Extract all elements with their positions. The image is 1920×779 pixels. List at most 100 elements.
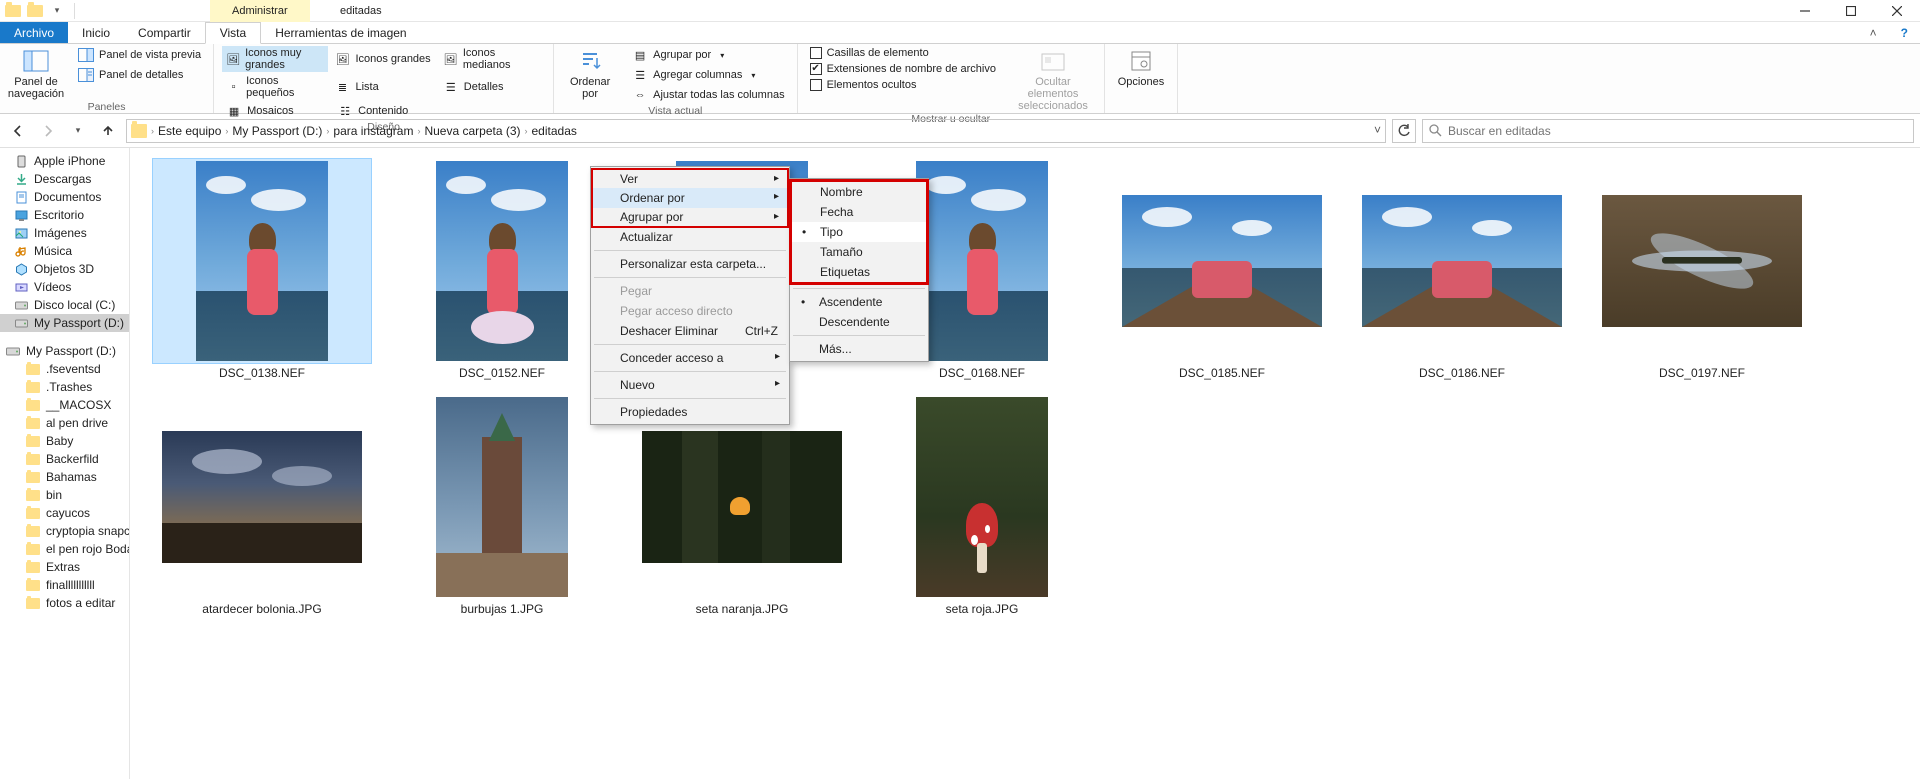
chevron-right-icon[interactable]: ›	[417, 126, 420, 136]
navigation-pane[interactable]: Apple iPhoneDescargasDocumentosEscritori…	[0, 148, 130, 779]
layout-iconos-medianos[interactable]: 🖼Iconos medianos	[439, 46, 545, 72]
chevron-right-icon[interactable]: ›	[151, 126, 154, 136]
chevron-right-icon[interactable]: ›	[225, 126, 228, 136]
menu-item-propiedades[interactable]: Propiedades	[592, 402, 788, 422]
chevron-right-icon[interactable]: ›	[525, 126, 528, 136]
sort-dir-ascendente[interactable]: Ascendente	[791, 292, 927, 312]
help-button[interactable]: ?	[1889, 22, 1920, 43]
sidebar-folder-cayucos[interactable]: cayucos	[0, 504, 129, 522]
file-item[interactable]: DSC_0152.NEF	[384, 158, 620, 380]
sort-option-nombre[interactable]: Nombre	[792, 182, 926, 202]
up-button[interactable]	[96, 119, 120, 143]
file-item[interactable]: seta roja.JPG	[864, 394, 1100, 616]
menu-item-ordenar-por[interactable]: Ordenar por	[591, 188, 789, 208]
layout-iconos-muy-grandes[interactable]: 🖼Iconos muy grandes	[222, 46, 328, 72]
file-item[interactable]: DSC_0186.NEF	[1344, 158, 1580, 380]
tab-vista[interactable]: Vista	[205, 22, 261, 44]
sidebar-folder-extras[interactable]: Extras	[0, 558, 129, 576]
menu-item-actualizar[interactable]: Actualizar	[592, 227, 788, 247]
sidebar-drive-header[interactable]: My Passport (D:)	[0, 342, 129, 360]
casillas-elemento-checkbox[interactable]: Casillas de elemento	[806, 46, 1000, 60]
breadcrumb-item[interactable]: Nueva carpeta (3)	[424, 124, 520, 138]
layout-iconos-pequenos[interactable]: ▫Iconos pequeños	[222, 74, 328, 100]
sidebar-folder-bahamas[interactable]: Bahamas	[0, 468, 129, 486]
menu-item-deshacer[interactable]: Deshacer EliminarCtrl+Z	[592, 321, 788, 341]
panel-navegacion-button[interactable]: Panel de navegación	[8, 46, 64, 100]
breadcrumb-item[interactable]: editadas	[532, 124, 577, 138]
file-list-area[interactable]: Ver Ordenar por Agrupar por Actualizar P…	[130, 148, 1920, 779]
agregar-columnas-button[interactable]: ☰Agregar columnas▾	[628, 66, 788, 84]
elementos-ocultos-checkbox[interactable]: Elementos ocultos	[806, 78, 1000, 92]
sort-option-etiquetas[interactable]: Etiquetas	[792, 262, 926, 282]
sidebar-folder-al-pen-drive[interactable]: al pen drive	[0, 414, 129, 432]
menu-item-nuevo[interactable]: Nuevo	[592, 375, 788, 395]
layout-lista[interactable]: ≣Lista	[330, 74, 436, 100]
context-tab-manage[interactable]: Administrar	[210, 0, 310, 22]
sidebar-folder-cryptopia-snapchat[interactable]: cryptopia snapchat	[0, 522, 129, 540]
breadcrumb-bar[interactable]: › Este equipo › My Passport (D:) › para in…	[126, 119, 1386, 143]
sidebar-item-apple-iphone[interactable]: Apple iPhone	[0, 152, 129, 170]
ribbon-collapse-button[interactable]: ˄	[1858, 22, 1889, 43]
breadcrumb-item[interactable]: My Passport (D:)	[232, 124, 322, 138]
layout-mosaicos[interactable]: ▦Mosaicos	[222, 102, 331, 120]
sidebar-item-disco-local-c-[interactable]: Disco local (C:)	[0, 296, 129, 314]
sidebar-item-documentos[interactable]: Documentos	[0, 188, 129, 206]
sidebar-item-my-passport-d-[interactable]: My Passport (D:)	[0, 314, 129, 332]
tab-inicio[interactable]: Inicio	[68, 22, 124, 43]
layout-contenido[interactable]: ☷Contenido	[333, 102, 442, 120]
sidebar-folder-baby[interactable]: Baby	[0, 432, 129, 450]
file-item[interactable]: DSC_0138.NEF	[144, 158, 380, 380]
search-box[interactable]	[1422, 119, 1914, 143]
forward-button[interactable]	[36, 119, 60, 143]
ordenar-por-button[interactable]: Ordenar por	[562, 46, 618, 100]
breadcrumb-dropdown-button[interactable]: ˅	[1374, 123, 1381, 137]
sidebar-folder-backerfild[interactable]: Backerfild	[0, 450, 129, 468]
recent-locations-button[interactable]: ▾	[66, 119, 90, 143]
sort-option-tamano[interactable]: Tamaño	[792, 242, 926, 262]
qat-folder-icon[interactable]	[26, 2, 44, 20]
search-input[interactable]	[1448, 124, 1907, 138]
close-button[interactable]	[1874, 0, 1920, 22]
sidebar-item-descargas[interactable]: Descargas	[0, 170, 129, 188]
sidebar-folder--trashes[interactable]: .Trashes	[0, 378, 129, 396]
tab-herramientas-imagen[interactable]: Herramientas de imagen	[261, 22, 420, 43]
file-item[interactable]: burbujas 1.JPG	[384, 394, 620, 616]
menu-item-ver[interactable]: Ver	[591, 168, 789, 188]
sort-option-tipo[interactable]: Tipo	[792, 222, 926, 242]
menu-item-agrupar-por[interactable]: Agrupar por	[591, 208, 789, 228]
sidebar-item-v-deos[interactable]: Vídeos	[0, 278, 129, 296]
sidebar-item-escritorio[interactable]: Escritorio	[0, 206, 129, 224]
tab-archivo[interactable]: Archivo	[0, 22, 68, 43]
tab-compartir[interactable]: Compartir	[124, 22, 205, 43]
refresh-button[interactable]	[1392, 119, 1416, 143]
sidebar-folder-fotos-a-editar[interactable]: fotos a editar	[0, 594, 129, 612]
qat-dropdown-icon[interactable]: ▾	[48, 2, 66, 20]
ajustar-columnas-button[interactable]: ⇔Ajustar todas las columnas	[628, 86, 788, 104]
opciones-button[interactable]: Opciones	[1113, 46, 1169, 88]
sidebar-folder-finalllllllllll[interactable]: finalllllllllll	[0, 576, 129, 594]
panel-vista-previa-button[interactable]: Panel de vista previa	[74, 46, 205, 64]
sidebar-item-im-genes[interactable]: Imágenes	[0, 224, 129, 242]
sidebar-item-m-sica[interactable]: Música	[0, 242, 129, 260]
extensiones-nombre-checkbox[interactable]: Extensiones de nombre de archivo	[806, 62, 1000, 76]
file-item[interactable]: seta naranja.JPG	[624, 394, 860, 616]
breadcrumb-item[interactable]: Este equipo	[158, 124, 221, 138]
sort-option-fecha[interactable]: Fecha	[792, 202, 926, 222]
file-item[interactable]: DSC_0185.NEF	[1104, 158, 1340, 380]
layout-iconos-grandes[interactable]: 🖼Iconos grandes	[330, 46, 436, 72]
breadcrumb-item[interactable]: para instagram	[333, 124, 413, 138]
file-item[interactable]: DSC_0197.NEF	[1584, 158, 1820, 380]
file-item[interactable]: atardecer bolonia.JPG	[144, 394, 380, 616]
menu-item-personalizar[interactable]: Personalizar esta carpeta...	[592, 254, 788, 274]
sidebar-folder--fseventsd[interactable]: .fseventsd	[0, 360, 129, 378]
sidebar-folder--macosx[interactable]: __MACOSX	[0, 396, 129, 414]
sort-dir-descendente[interactable]: Descendente	[791, 312, 927, 332]
maximize-button[interactable]	[1828, 0, 1874, 22]
chevron-right-icon[interactable]: ›	[326, 126, 329, 136]
minimize-button[interactable]	[1782, 0, 1828, 22]
menu-item-conceder-acceso[interactable]: Conceder acceso a	[592, 348, 788, 368]
sort-option-mas[interactable]: Más...	[791, 339, 927, 359]
sidebar-item-objetos-3d[interactable]: Objetos 3D	[0, 260, 129, 278]
sidebar-folder-bin[interactable]: bin	[0, 486, 129, 504]
layout-detalles[interactable]: ☰Detalles	[439, 74, 545, 100]
